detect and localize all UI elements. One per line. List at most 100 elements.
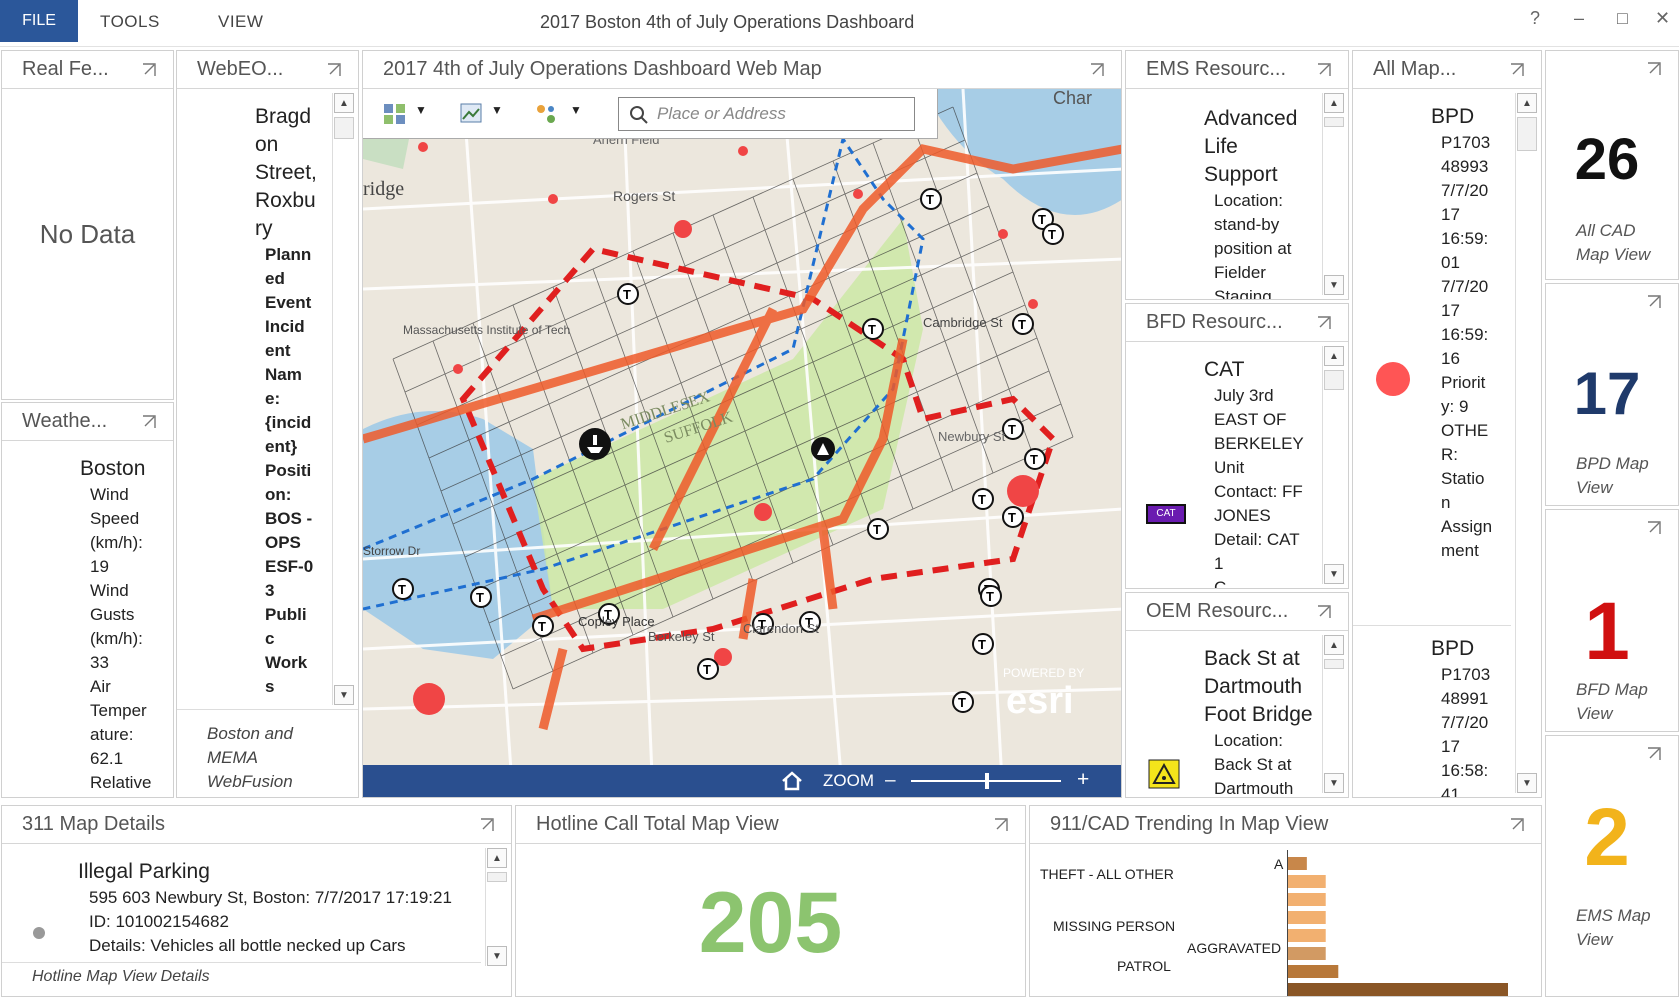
counter-panel: 1 BFD Map View [1545,509,1679,732]
chevron-down-icon[interactable]: ▼ [570,103,582,117]
panel-web-map: 2017 4th of July Operations Dashboard We… [362,50,1122,798]
all-map-detail-line: 16 [1441,349,1460,368]
webeoc-scrollbar[interactable]: ▲ ▼ [332,93,354,705]
basemap-gallery-icon[interactable] [383,103,407,125]
webeoc-heading-line: on [255,133,279,156]
map-label: Char [1053,89,1092,108]
menu-tools[interactable]: TOOLS [100,12,160,32]
scroll-up-button[interactable]: ▲ [1517,93,1537,113]
expand-icon[interactable] [141,414,157,430]
panel-title: All Map... [1353,51,1541,89]
scroll-up-button[interactable]: ▲ [334,93,354,113]
counter-panel: 17 BPD Map View [1545,283,1679,506]
weather-detail-line: 19 [90,557,109,576]
scroll-down-button[interactable]: ▼ [334,685,354,705]
zoom-out-button[interactable]: – [885,770,896,792]
counter-panel: 26 All CAD Map View [1545,50,1679,280]
311-scrollbar[interactable]: ▲ ▼ [485,848,507,966]
webeoc-detail-line: Incid [265,317,305,336]
scroll-thumb[interactable] [1324,370,1344,390]
cat-badge: CAT [1146,504,1186,524]
app-title: 2017 Boston 4th of July Operations Dashb… [540,12,915,32]
scroll-down-button[interactable]: ▼ [1324,275,1344,295]
scroll-down-button[interactable]: ▼ [1324,564,1344,584]
scroll-up-button[interactable]: ▲ [1324,93,1344,113]
expand-icon[interactable] [1316,62,1332,78]
scroll-up-button[interactable]: ▲ [1324,346,1344,366]
search-input[interactable]: Place or Address [618,97,915,131]
all-map-detail-line: Statio [1441,469,1485,488]
t-station-letter: T [926,192,934,207]
chart-label: THEFT - ALL OTHER [1040,866,1174,882]
expand-icon[interactable] [1089,62,1105,78]
all-map-item-title: BPD [1431,637,1475,660]
legend-icon[interactable] [535,103,559,125]
scroll-thumb[interactable] [1324,659,1344,669]
expand-icon[interactable] [326,62,342,78]
menu-file[interactable]: FILE [0,0,78,42]
expand-icon[interactable] [993,817,1009,833]
panel-title: 311 Map Details [2,806,511,844]
all-map-detail-line: Assign [1441,517,1493,536]
expand-icon[interactable] [1646,61,1662,77]
webeoc-detail-line: {incid [265,413,312,432]
webeoc-detail-line: ent} [265,437,298,456]
scroll-down-button[interactable]: ▼ [1324,773,1344,793]
ems-detail-line: Fielder [1214,263,1266,282]
oem-scrollbar[interactable]: ▲ ▼ [1322,635,1344,793]
expand-icon[interactable] [479,817,495,833]
ems-scrollbar[interactable]: ▲ ▼ [1322,93,1344,295]
weather-detail-line: Speed [90,509,140,528]
panel-webeoc: WebEO... Bragd on Street, Roxbu ry Plann ed Ev… [176,50,359,798]
minimize-button[interactable]: – [1574,8,1584,29]
counter-value: 17 [1573,360,1641,427]
home-icon[interactable] [781,771,803,791]
zoom-in-button[interactable]: + [1077,768,1089,792]
scroll-thumb[interactable] [1324,117,1344,127]
panel-311-map-details: 311 Map Details Illegal Parking 595 603 … [1,805,512,997]
scroll-down-button[interactable]: ▼ [487,946,507,966]
all-map-item-title: BPD [1431,105,1475,128]
expand-icon[interactable] [1646,520,1662,536]
chevron-down-icon[interactable]: ▼ [415,103,427,117]
scroll-up-button[interactable]: ▲ [487,848,507,868]
layers-icon[interactable] [460,103,484,125]
expand-icon[interactable] [141,62,157,78]
expand-icon[interactable] [1509,817,1525,833]
expand-icon[interactable] [1316,604,1332,620]
expand-icon[interactable] [1316,315,1332,331]
menu-view[interactable]: VIEW [218,12,263,32]
webeoc-heading-line: Bragd [255,105,312,128]
zoom-slider-thumb[interactable] [985,773,989,789]
all-map-scrollbar[interactable]: ▲ ▼ [1515,93,1537,793]
all-map-detail-line: Priorit [1441,373,1486,392]
map-label: Clarendon St [743,621,819,636]
expand-icon[interactable] [1509,62,1525,78]
all-map-detail-line: 17 [1441,205,1460,224]
panel-title-text: 911/CAD Trending In Map View [1050,813,1329,835]
counter-label: EMS Map View [1576,906,1651,949]
expand-icon[interactable] [1646,746,1662,762]
all-map-detail-line: P1703 [1441,665,1491,684]
counter-value: 1 [1584,586,1630,677]
bfd-scrollbar[interactable]: ▲ ▼ [1322,346,1344,584]
scroll-up-button[interactable]: ▲ [1324,635,1344,655]
maximize-button[interactable]: □ [1617,8,1628,29]
map-svg[interactable]: TTTTTTTTTTTTTTTTTTTTTT Char ridge Ahern … [363,89,1121,797]
red-dot-icon [1376,362,1410,396]
all-map-detail-line: 17 [1441,737,1460,756]
scroll-thumb[interactable] [334,117,354,139]
expand-icon[interactable] [1646,294,1662,310]
scroll-thumb[interactable] [1517,117,1537,151]
close-button[interactable]: ✕ [1655,8,1670,29]
map-label: Rogers St [613,188,675,204]
counter-panel: 2 EMS Map View [1545,735,1679,997]
all-map-detail-line: 7/7/20 [1441,277,1489,296]
weather-location: Boston [80,457,146,480]
map-canvas[interactable]: TTTTTTTTTTTTTTTTTTTTTT Char ridge Ahern … [363,89,1121,797]
chevron-down-icon[interactable]: ▼ [491,103,503,117]
help-button[interactable]: ? [1530,8,1540,29]
scroll-down-button[interactable]: ▼ [1517,773,1537,793]
all-map-list-item: BPD P1703489917/7/201716:58:417/7/2017 [1431,635,1511,797]
scroll-thumb[interactable] [487,872,507,882]
